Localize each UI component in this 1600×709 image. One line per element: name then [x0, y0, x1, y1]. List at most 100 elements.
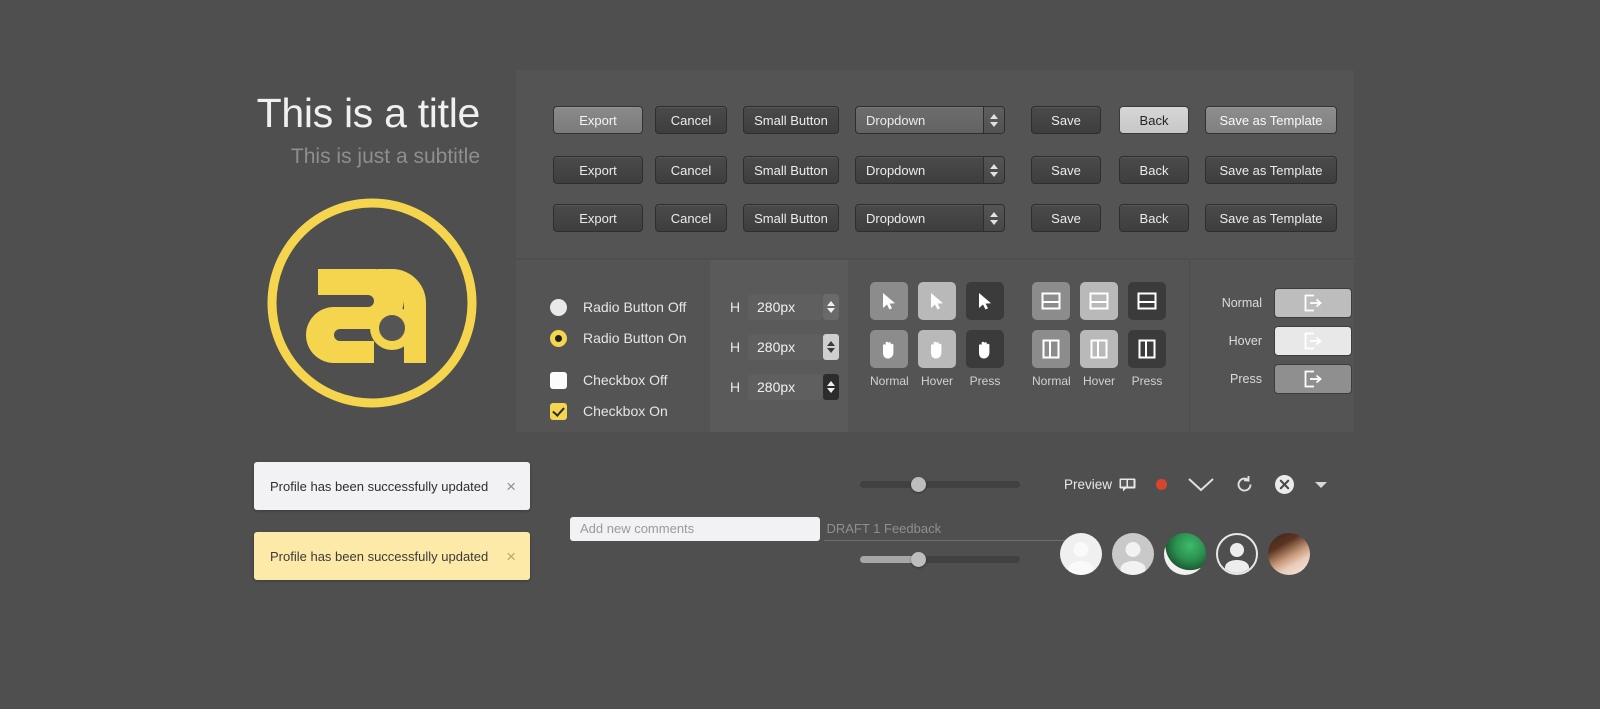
hand-icon	[979, 341, 990, 358]
height-stepper-row-2: H 280px	[726, 334, 839, 360]
close-icon[interactable]: ×	[506, 548, 516, 565]
export-button-hover[interactable]: Export	[553, 106, 643, 134]
small-button-normal[interactable]: Small Button	[743, 106, 839, 134]
chevron-up-icon	[827, 381, 835, 386]
export-state-label-hover: Hover	[1228, 334, 1262, 348]
dropdown-press[interactable]: Dropdown	[855, 204, 1005, 232]
hand-button-hover[interactable]	[918, 330, 956, 368]
state-label-normal-2: Normal	[1032, 374, 1071, 388]
save-as-template-button-normal[interactable]: Save as Template	[1205, 156, 1337, 184]
slider-2[interactable]	[860, 552, 1020, 567]
avatar-outline[interactable]	[1216, 533, 1258, 575]
preview-label-group[interactable]: Preview	[1064, 477, 1136, 492]
slider-1[interactable]	[860, 477, 1020, 492]
new-comment-input[interactable]	[570, 516, 820, 541]
cancel-button-normal-2[interactable]: Cancel	[655, 156, 727, 184]
back-button-press[interactable]: Back	[1119, 204, 1189, 232]
back-button-hover[interactable]: Back	[1119, 106, 1189, 134]
cursor-arrow-button-normal[interactable]	[870, 282, 908, 320]
avatar-group	[1060, 533, 1310, 575]
export-icon	[1304, 332, 1322, 350]
dropdown-stepper-icon-3[interactable]	[983, 205, 1004, 231]
slider-1-knob[interactable]	[911, 477, 926, 492]
layout-vertical-split-icon	[1090, 339, 1108, 359]
hero-section: This is a title This is just a subtitle	[220, 70, 516, 435]
checkbox-off-row[interactable]: Checkbox Off	[550, 367, 687, 393]
cursor-arrow-button-press[interactable]	[966, 282, 1004, 320]
dropdown-label: Dropdown	[866, 112, 926, 128]
small-button-press[interactable]: Small Button	[743, 204, 839, 232]
cursor-arrow-button-hover[interactable]	[918, 282, 956, 320]
layout-horizontal-button-hover[interactable]	[1080, 282, 1118, 320]
export-icon	[1304, 294, 1322, 312]
refresh-button[interactable]	[1235, 475, 1254, 494]
page-subtitle: This is just a subtitle	[290, 145, 480, 169]
avatar-photo-1[interactable]	[1164, 533, 1206, 575]
chevron-down-icon	[990, 219, 998, 225]
chevron-up-icon	[827, 301, 835, 306]
chevron-down-button[interactable]	[1187, 477, 1215, 493]
radio-off-row[interactable]: Radio Button Off	[550, 294, 687, 320]
layout-horizontal-split-icon	[1041, 292, 1061, 310]
slider-2-knob[interactable]	[911, 552, 926, 567]
height-value-3: 280px	[757, 379, 796, 395]
dropdown-stepper-icon[interactable]	[983, 107, 1004, 133]
export-button-press[interactable]: Export	[553, 204, 643, 232]
export-button-normal[interactable]: Export	[553, 156, 643, 184]
close-icon[interactable]: ×	[506, 478, 516, 495]
checkbox-on-icon[interactable]	[550, 402, 567, 420]
avatar-blank[interactable]	[1060, 533, 1102, 575]
dropdown-hover[interactable]: Dropdown	[855, 106, 1005, 134]
toast-light: Profile has been successfully updated ×	[254, 462, 530, 510]
close-circle-button[interactable]	[1274, 474, 1295, 495]
chevron-down-icon	[990, 121, 998, 127]
small-button-normal-2[interactable]: Small Button	[743, 156, 839, 184]
save-button-press[interactable]: Save	[1031, 204, 1101, 232]
toast-message-light: Profile has been successfully updated	[270, 478, 489, 494]
toast-yellow: Profile has been successfully updated ×	[254, 532, 530, 580]
avatar-silhouette[interactable]	[1112, 533, 1154, 575]
chevron-down-icon	[827, 348, 835, 353]
caret-down-button[interactable]	[1315, 481, 1328, 489]
height-input-1[interactable]: 280px	[748, 294, 839, 320]
button-row-normal: Export Cancel Small Button Dropdown Save…	[553, 156, 1337, 184]
avatar-photo-2[interactable]	[1268, 533, 1310, 575]
radio-off-icon[interactable]	[550, 298, 567, 316]
record-dot-icon[interactable]	[1156, 479, 1168, 490]
layout-horizontal-button-normal[interactable]	[1032, 282, 1070, 320]
state-label-hover: Hover	[920, 374, 953, 388]
save-as-template-button-press[interactable]: Save as Template	[1205, 204, 1337, 232]
hand-button-normal[interactable]	[870, 330, 908, 368]
checkbox-off-icon[interactable]	[550, 371, 567, 389]
state-label-press: Press	[969, 374, 1001, 388]
dropdown-stepper-icon-2[interactable]	[983, 157, 1004, 183]
export-button-state-normal[interactable]	[1274, 288, 1352, 318]
radio-on-row[interactable]: Radio Button On	[550, 325, 687, 351]
hand-button-press[interactable]	[966, 330, 1004, 368]
back-button-normal[interactable]: Back	[1119, 156, 1189, 184]
layout-horizontal-button-press[interactable]	[1128, 282, 1166, 320]
radio-on-icon[interactable]	[550, 329, 567, 347]
cancel-button-normal[interactable]: Cancel	[655, 106, 727, 134]
save-button-normal-2[interactable]: Save	[1031, 156, 1101, 184]
save-button-normal[interactable]: Save	[1031, 106, 1101, 134]
panel-divider	[1189, 260, 1190, 432]
dropdown-label-3: Dropdown	[866, 210, 926, 226]
layout-vertical-button-press[interactable]	[1128, 330, 1166, 368]
save-as-template-button-hover[interactable]: Save as Template	[1205, 106, 1337, 134]
height-label: H	[729, 299, 741, 315]
height-input-2[interactable]: 280px	[748, 334, 839, 360]
radio-off-label: Radio Button Off	[583, 299, 687, 315]
checkbox-on-row[interactable]: Checkbox On	[550, 398, 687, 424]
stepper-arrows-2[interactable]	[823, 334, 839, 360]
layout-vertical-button-hover[interactable]	[1080, 330, 1118, 368]
height-input-3[interactable]: 280px	[748, 374, 839, 400]
layout-vertical-button-normal[interactable]	[1032, 330, 1070, 368]
chevron-up-icon	[990, 211, 998, 217]
export-button-state-hover[interactable]	[1274, 326, 1352, 356]
cancel-button-press[interactable]: Cancel	[655, 204, 727, 232]
stepper-arrows-3[interactable]	[823, 374, 839, 400]
export-button-state-press[interactable]	[1274, 364, 1352, 394]
dropdown-normal[interactable]: Dropdown	[855, 156, 1005, 184]
stepper-arrows-1[interactable]	[823, 294, 839, 320]
